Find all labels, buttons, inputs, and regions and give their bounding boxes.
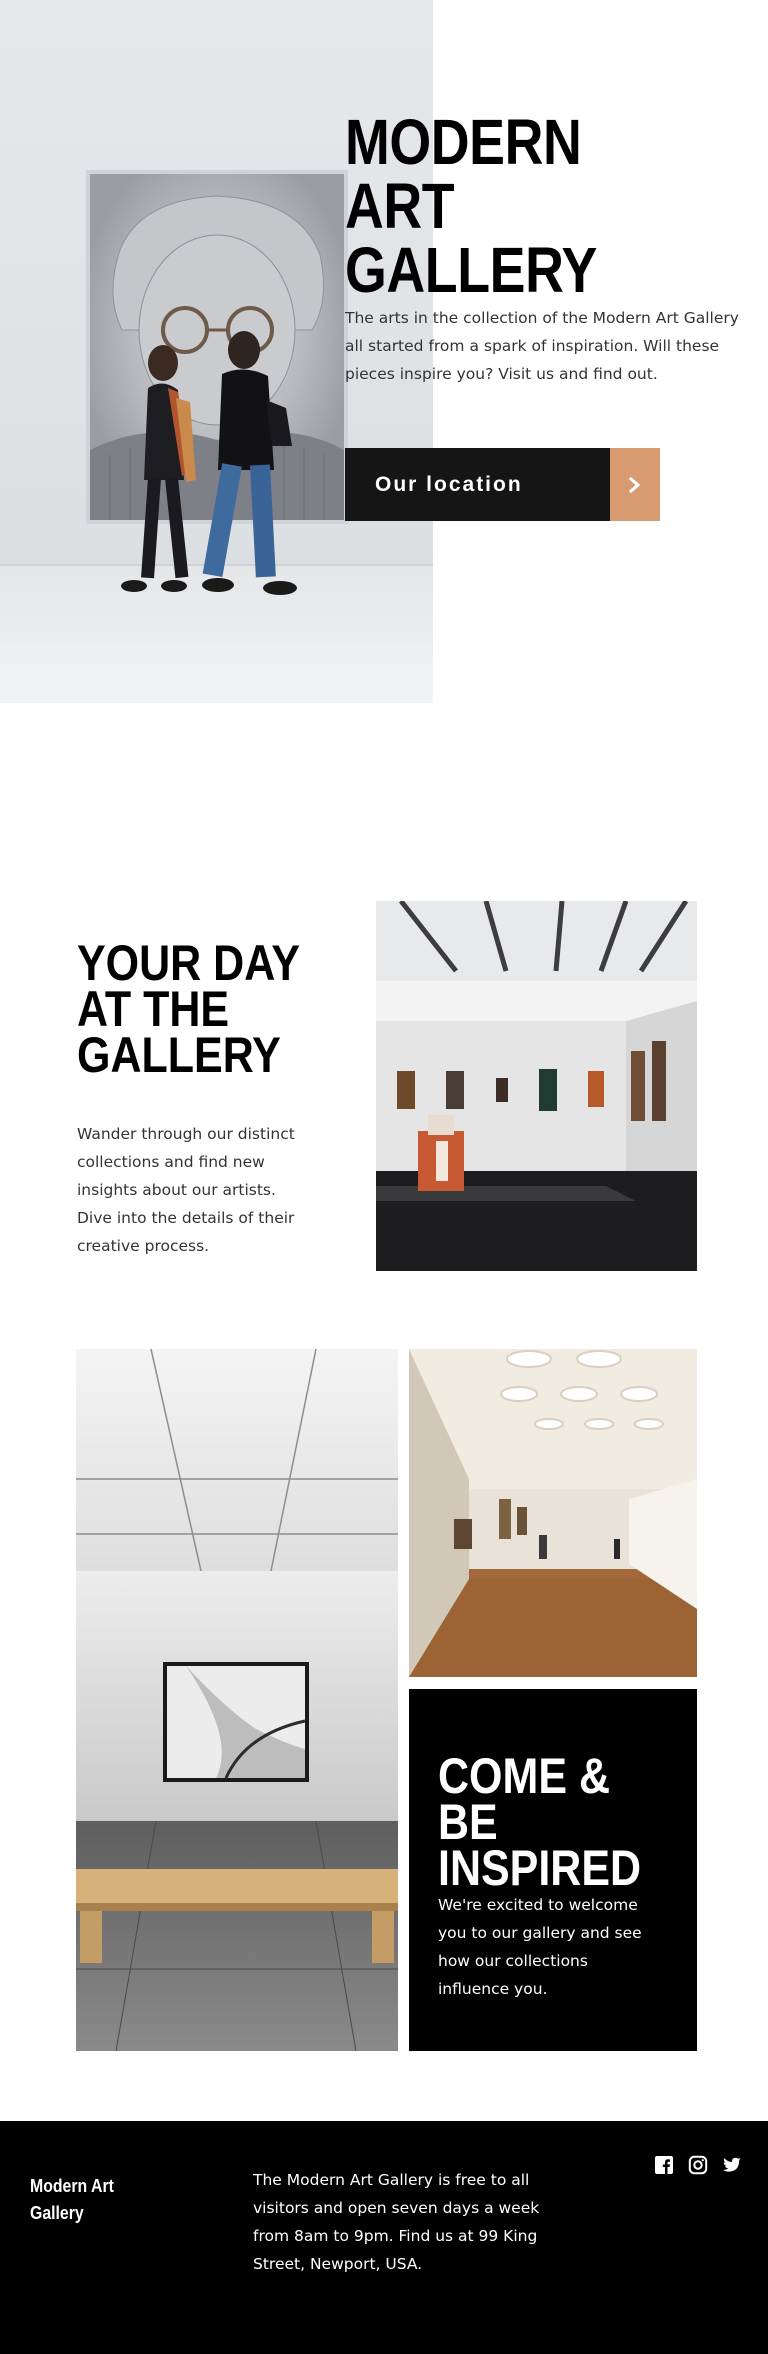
section-description-line-2: Dive into the details of their creative …: [77, 1209, 295, 1255]
section-description-your-day: Wander through our distinct collections …: [77, 1120, 317, 1260]
our-location-button-body[interactable]: Our location: [345, 448, 610, 521]
bench-room-image: [76, 1349, 398, 2051]
page: MODERN ART GALLERY The arts in the colle…: [0, 0, 768, 2354]
section-title-your-day: YOUR DAY AT THE GALLERY: [77, 935, 300, 1083]
facebook-icon[interactable]: [654, 2155, 674, 2175]
chevron-right-icon[interactable]: [610, 448, 660, 521]
section-description-line-1: Wander through our distinct collections …: [77, 1125, 295, 1199]
footer: Modern Art Gallery The Modern Art Galler…: [0, 2121, 768, 2354]
our-location-button-label: Our location: [375, 472, 523, 496]
section-description-come-be-inspired: We're excited to welcome you to our gall…: [438, 1896, 642, 1998]
instagram-icon[interactable]: [688, 2155, 708, 2175]
twitter-icon[interactable]: [722, 2155, 742, 2175]
gallery-hall-image: [409, 1349, 697, 1677]
our-location-button[interactable]: Our location: [345, 448, 660, 521]
footer-social-links: [654, 2155, 742, 2175]
gallery-room-image: [376, 901, 697, 1271]
hero-title: MODERN ART GALLERY: [345, 106, 597, 306]
come-be-inspired-panel: COME & BE INSPIRED We're excited to welc…: [409, 1689, 697, 2051]
footer-logo[interactable]: Modern Art Gallery: [30, 2173, 127, 2227]
hero-description: The arts in the collection of the Modern…: [345, 309, 739, 383]
section-title-come-be-inspired: COME & BE INSPIRED: [438, 1748, 642, 1896]
footer-info: The Modern Art Gallery is free to all vi…: [253, 2171, 540, 2273]
